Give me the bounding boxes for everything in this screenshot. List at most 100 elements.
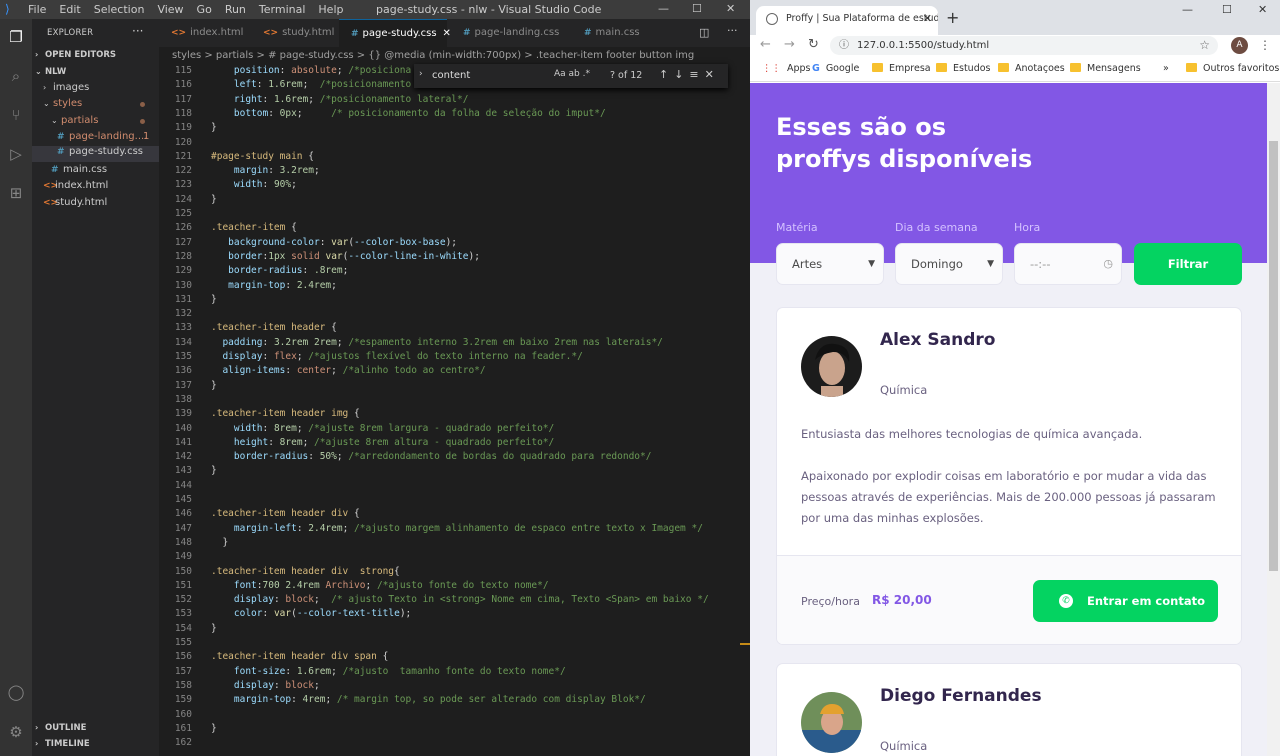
close-icon[interactable]: ✕ <box>1258 3 1267 16</box>
subject-select[interactable]: Artes ▼ <box>776 243 884 285</box>
code-line[interactable]: border-radius: 50%; /*arredondamento de … <box>211 451 652 462</box>
page-scrollbar[interactable] <box>1267 83 1280 756</box>
tab-main-css[interactable]: # main.css <box>572 19 652 47</box>
code-line[interactable]: position: absolute; /*posiciona <box>211 65 411 76</box>
tab-study-html[interactable]: <> study.html <box>251 19 337 47</box>
account-icon[interactable]: ◯ <box>6 682 26 702</box>
more-bookmarks[interactable]: » <box>1163 63 1169 74</box>
tab-page-study-css[interactable]: # page-study.css ✕ <box>339 19 451 47</box>
outline-section[interactable]: › OUTLINE <box>35 723 86 733</box>
open-editors-section[interactable]: › OPEN EDITORS <box>35 50 116 60</box>
code-line[interactable]: display: block; /* ajusto Texto in <stro… <box>211 594 709 605</box>
bookmark-mensagens[interactable]: Mensagens <box>1070 63 1141 74</box>
tab-index-html[interactable]: <> index.html <box>159 19 251 47</box>
code-line[interactable]: } <box>211 723 217 734</box>
menu-dots-icon[interactable]: ⋮ <box>1259 38 1271 52</box>
find-options[interactable]: Aa ab .* <box>554 69 590 79</box>
code-line[interactable]: font:700 2.4rem Archivo; /*ajusto fonte … <box>211 580 549 591</box>
code-line[interactable]: display: flex; /*ajustos flexível do tex… <box>211 351 582 362</box>
extensions-icon[interactable]: ⊞ <box>6 183 26 203</box>
breadcrumb[interactable]: styles > partials > # page-study.css > {… <box>159 47 750 65</box>
file-page-study-css[interactable]: # page-study.css <box>32 146 159 162</box>
bookmark-google[interactable]: G Google <box>812 63 859 74</box>
minimap[interactable] <box>740 65 750 756</box>
maximize-icon[interactable]: ☐ <box>1222 3 1232 16</box>
menu-edit[interactable]: Edit <box>59 3 80 16</box>
code-line[interactable]: border-radius: .8rem; <box>211 265 348 276</box>
file-index-html[interactable]: <>index.html <box>43 180 108 191</box>
source-control-icon[interactable]: ⑂ <box>6 105 26 125</box>
menu-go[interactable]: Go <box>197 3 212 16</box>
code-line[interactable]: } <box>211 294 217 305</box>
code-editor[interactable]: 115 position: absolute; /*posiciona 116 l… <box>159 65 750 756</box>
browser-tab[interactable]: Proffy | Sua Plataforma de estudo ✕ <box>756 6 938 35</box>
code-line[interactable]: width: 90%; <box>211 179 297 190</box>
find-input[interactable]: content <box>429 67 559 85</box>
run-debug-icon[interactable]: ▷ <box>6 144 26 164</box>
bookmark-outros-favoritos[interactable]: Outros favoritos <box>1186 63 1279 74</box>
info-icon[interactable]: ⓘ <box>839 36 849 55</box>
menu-terminal[interactable]: Terminal <box>259 3 306 16</box>
code-line[interactable]: padding: 3.2rem 2rem; /*espamento intern… <box>211 337 662 348</box>
toggle-replace-icon[interactable]: › <box>419 69 423 79</box>
code-line[interactable]: .teacher-item header div span { <box>211 651 388 662</box>
folder-images[interactable]: › images <box>43 82 89 93</box>
code-line[interactable]: } <box>211 537 228 548</box>
menu-view[interactable]: View <box>157 3 183 16</box>
menu-help[interactable]: Help <box>318 3 343 16</box>
file-main-css[interactable]: # main.css <box>51 164 107 175</box>
code-line[interactable]: height: 8rem; /*ajuste 8rem altura - qua… <box>211 437 554 448</box>
code-line[interactable]: } <box>211 194 217 205</box>
code-line[interactable]: width: 8rem; /*ajuste 8rem largura - qua… <box>211 423 554 434</box>
scrollbar-thumb[interactable] <box>1269 141 1278 571</box>
code-line[interactable]: right: 1.6rem; /*posicionamento lateral*… <box>211 94 469 105</box>
explorer-icon[interactable]: ❐ <box>6 27 26 47</box>
code-line[interactable]: margin: 3.2rem; <box>211 165 320 176</box>
bookmark-estudos[interactable]: Estudos <box>936 63 991 74</box>
timeline-section[interactable]: › TIMELINE <box>35 739 90 749</box>
close-icon[interactable]: ✕ <box>726 2 735 15</box>
code-line[interactable]: } <box>211 465 217 476</box>
folder-styles[interactable]: ⌄ styles <box>43 98 82 109</box>
code-line[interactable]: display: block; <box>211 680 320 691</box>
bookmark-anotacoes[interactable]: Anotaçoes <box>998 63 1065 74</box>
file-page-landing[interactable]: # page-landing.... <box>57 131 147 142</box>
filter-button[interactable]: Filtrar <box>1134 243 1242 285</box>
split-editor-icon[interactable]: ◫ <box>699 26 709 39</box>
code-line[interactable]: } <box>211 380 217 391</box>
close-tab-icon[interactable]: ✕ <box>923 6 932 32</box>
weekday-select[interactable]: Domingo ▼ <box>895 243 1003 285</box>
code-line[interactable]: .teacher-item { <box>211 222 297 233</box>
code-line[interactable]: background-color: var(--color-box-base); <box>211 237 457 248</box>
code-line[interactable]: #page-study main { <box>211 151 314 162</box>
code-line[interactable]: font-size: 1.6rem; /*ajusto tamanho font… <box>211 666 566 677</box>
search-icon[interactable]: ⌕ <box>6 66 26 86</box>
url-field[interactable]: ⓘ 127.0.0.1:5500/study.html ☆ <box>830 36 1218 55</box>
contact-button[interactable]: ✆ Entrar em contato <box>1033 580 1218 622</box>
code-line[interactable]: } <box>211 623 217 634</box>
code-line[interactable]: color: var(--color-text-title); <box>211 608 411 619</box>
file-study-html[interactable]: <>study.html <box>43 197 107 208</box>
gear-icon[interactable]: ⚙ <box>6 722 26 742</box>
code-line[interactable]: .teacher-item header img { <box>211 408 360 419</box>
more-icon[interactable]: ··· <box>727 24 738 37</box>
bookmark-empresa[interactable]: Empresa <box>872 63 931 74</box>
bookmark-star-icon[interactable]: ☆ <box>1199 36 1210 55</box>
profile-avatar[interactable]: A <box>1231 37 1248 54</box>
time-input[interactable]: --:-- ◷ <box>1014 243 1122 285</box>
tab-page-landing-css[interactable]: # page-landing.css <box>451 19 567 47</box>
code-line[interactable]: .teacher-item header { <box>211 322 337 333</box>
code-line[interactable]: .teacher-item header div { <box>211 508 360 519</box>
menu-selection[interactable]: Selection <box>94 3 145 16</box>
nlw-folder[interactable]: ⌄ NLW <box>35 67 66 77</box>
code-line[interactable]: align-items: center; /*alinho todo ao ce… <box>211 365 485 376</box>
code-line[interactable]: margin-left: 2.4rem; /*ajusto margem ali… <box>211 523 703 534</box>
back-icon[interactable]: ← <box>760 37 771 52</box>
code-line[interactable]: margin-top: 4rem; /* margin top, so pode… <box>211 694 646 705</box>
bookmark-apps[interactable]: ⋮⋮ Apps <box>762 63 811 74</box>
close-tab-icon[interactable]: ✕ <box>443 28 451 39</box>
code-line[interactable]: bottom: 0px; /* posicionamento da folha … <box>211 108 606 119</box>
menu-file[interactable]: File <box>28 3 46 16</box>
forward-icon[interactable]: → <box>784 37 795 52</box>
menu-run[interactable]: Run <box>225 3 246 16</box>
